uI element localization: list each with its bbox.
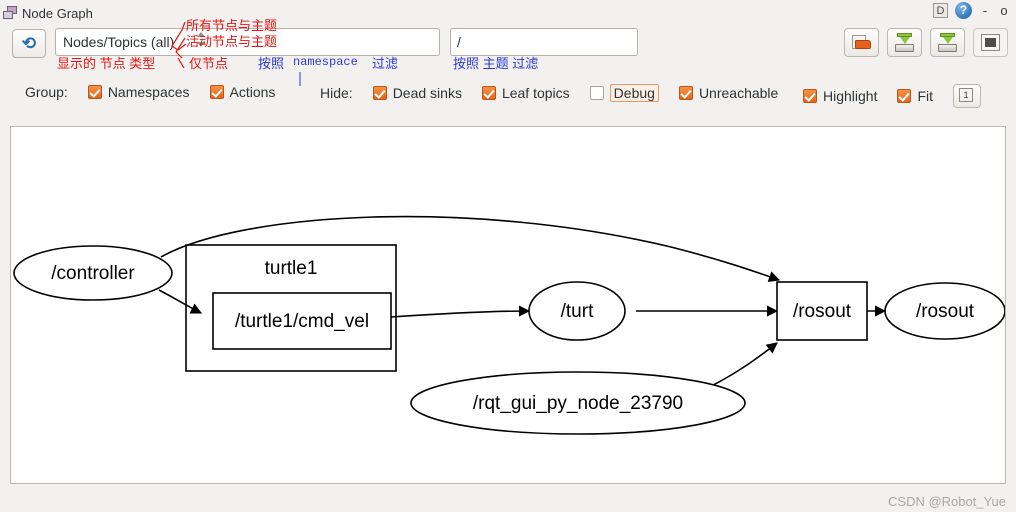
node-label-turt: /turt — [561, 301, 594, 322]
node-label-controller: /controller — [51, 263, 135, 284]
label-leaf-topics: Leaf topics — [501, 85, 570, 101]
checkbox-dead-sinks[interactable] — [372, 86, 387, 100]
node-graph-icon — [3, 5, 19, 21]
checkbox-fit[interactable] — [897, 89, 912, 103]
annotation-filter-by-topic: 按照 主题 过滤 — [453, 56, 539, 71]
view-options: Highlight Fit 1 — [803, 84, 982, 108]
label-unreachable: Unreachable — [698, 85, 779, 101]
label-debug: Debug — [609, 84, 659, 102]
checkbox-namespaces[interactable] — [87, 85, 102, 99]
zoom-level-value: 1 — [959, 88, 974, 102]
label-namespaces: Namespaces — [107, 84, 190, 100]
checkbox-actions[interactable] — [209, 85, 224, 99]
toolbar-actions — [844, 28, 1008, 57]
save-dot-button[interactable] — [887, 28, 922, 57]
save-down-icon — [938, 33, 957, 52]
label-highlight: Highlight — [823, 88, 878, 104]
save-image-button[interactable] — [973, 28, 1008, 57]
checkbox-leaf-topics[interactable] — [481, 86, 496, 100]
annotation-namespace-word: namespace — [293, 55, 358, 69]
label-fit: Fit — [917, 88, 934, 104]
refresh-icon: ⟳ — [21, 34, 37, 53]
load-dot-button[interactable] — [844, 28, 879, 57]
label-dead-sinks: Dead sinks — [392, 85, 462, 101]
checkbox-unreachable[interactable] — [678, 86, 693, 100]
zoom-level-button[interactable]: 1 — [953, 84, 982, 108]
ros-node-graph[interactable]: turtle1 /controller /turtle1/cmd_vel /tu… — [11, 127, 1005, 483]
help-icon[interactable]: ? — [955, 2, 972, 19]
minimize-button[interactable]: - — [979, 3, 991, 18]
annotation-filter-by-prefix: 按照 — [258, 56, 285, 71]
detach-button[interactable]: D — [933, 3, 948, 18]
edge-rqt-gui-to-rosout — [704, 342, 778, 390]
edge-cmd-vel-to-turt — [390, 305, 531, 318]
options-row: Group: Namespaces Actions Hide: Dead sin… — [0, 80, 1016, 188]
topic-filter-value: / — [457, 34, 461, 50]
save-down-icon — [895, 33, 914, 52]
annotation-active-nodes-topics: 活动节点与主题 — [186, 34, 278, 49]
group-label: Group: — [25, 84, 68, 100]
close-button[interactable]: o — [998, 3, 1010, 18]
checkbox-debug[interactable] — [589, 86, 604, 100]
graph-canvas[interactable]: turtle1 /controller /turtle1/cmd_vel /tu… — [10, 126, 1006, 484]
annotation-nodes-only: 仅节点 — [189, 56, 229, 71]
title-bar: Node Graph D ? - o — [0, 0, 1016, 26]
annotation-display-node-type: 显示的 节点 类型 — [57, 56, 156, 71]
hide-options: Hide: Dead sinks Leaf topics Debug Unrea… — [320, 84, 778, 102]
graph-type-value: Nodes/Topics (all) — [63, 34, 175, 50]
cluster-label-turtle1: turtle1 — [265, 258, 318, 279]
edge-controller-to-rosout — [160, 215, 781, 282]
node-label-rosout: /rosout — [793, 301, 852, 322]
label-actions: Actions — [229, 84, 276, 100]
group-options: Group: Namespaces Actions — [25, 84, 275, 100]
node-label-rqt-gui: /rqt_gui_py_node_23790 — [473, 393, 683, 414]
node-label-rosout-topic: /rosout — [916, 301, 975, 322]
graph-nodes[interactable]: /controller /turtle1/cmd_vel /turt /roso… — [13, 245, 1005, 435]
checkbox-highlight[interactable] — [803, 89, 817, 103]
topic-filter-input[interactable]: / — [450, 28, 638, 56]
folder-open-icon — [852, 35, 871, 50]
edge-controller-to-cmd-vel — [158, 289, 203, 314]
watermark: CSDN @Robot_Yue — [888, 494, 1006, 509]
window-title: Node Graph — [22, 5, 93, 21]
hide-label: Hide: — [320, 85, 353, 101]
window-controls: D ? - o — [933, 2, 1010, 19]
refresh-button[interactable]: ⟳ — [12, 29, 46, 58]
node-label-cmd-vel: /turtle1/cmd_vel — [235, 311, 369, 332]
image-icon — [981, 34, 1000, 51]
annotation-filter-suffix: 过滤 — [372, 56, 399, 71]
save-svg-button[interactable] — [930, 28, 965, 57]
